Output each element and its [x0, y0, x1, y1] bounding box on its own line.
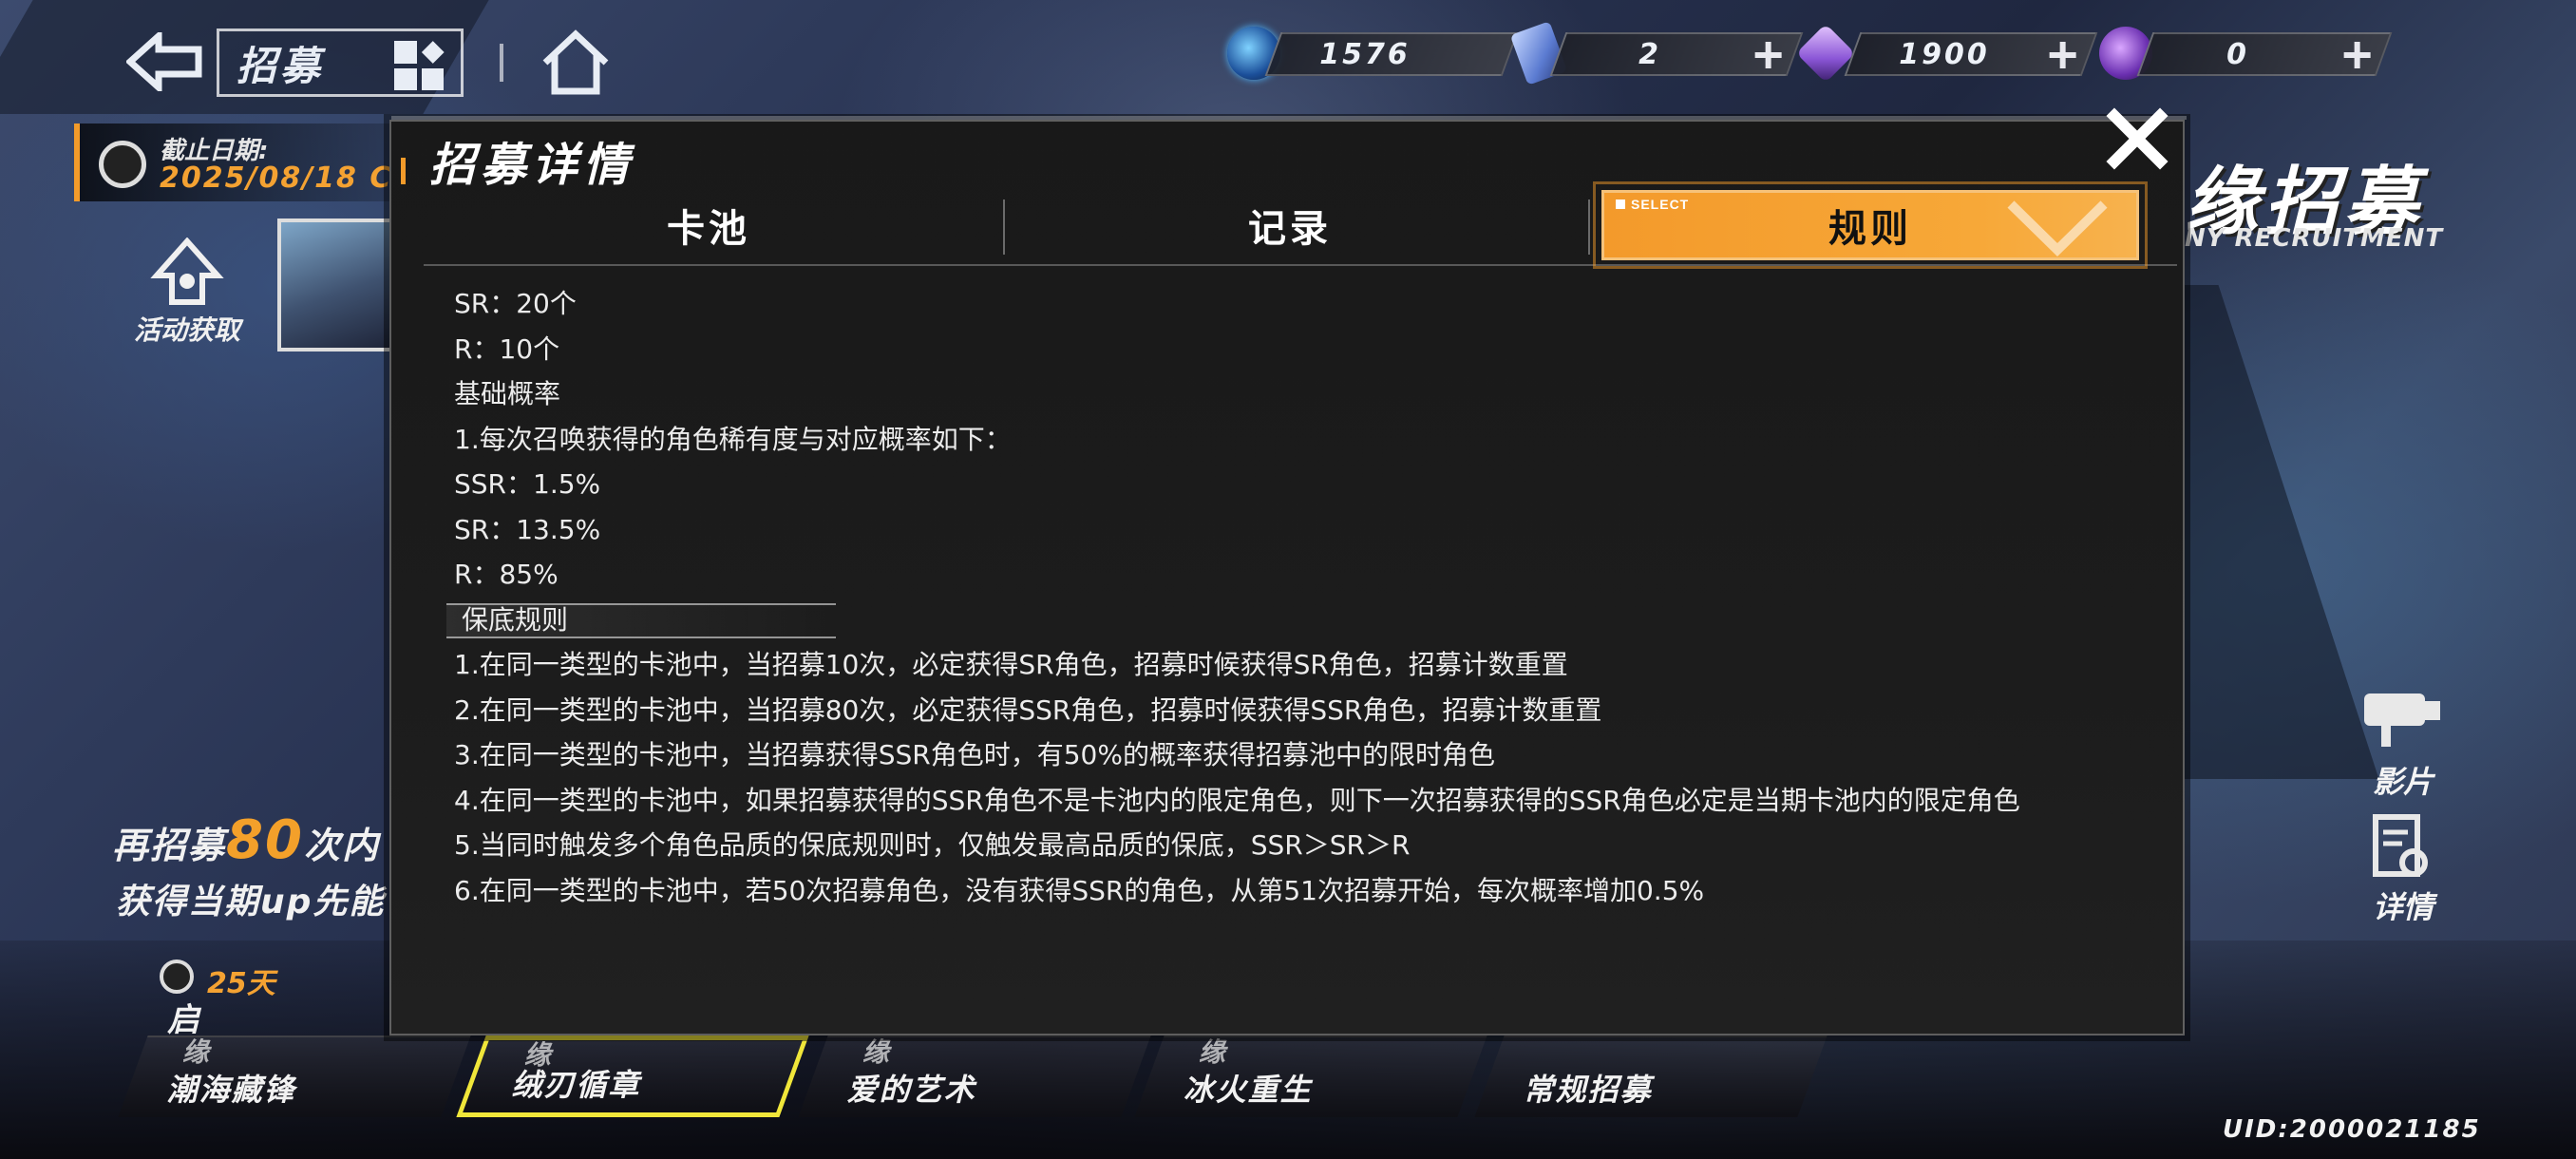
- chevron-down-icon: [2007, 200, 2108, 256]
- pool-tab-4[interactable]: 缘 冰火重生: [1134, 1036, 1487, 1117]
- guarantee-heading: 保底规则: [446, 598, 836, 643]
- currency-ticket: 2: [1549, 32, 1804, 76]
- pool-days-left: 25天: [207, 967, 275, 1000]
- rule-line: SR：13.5%: [454, 513, 601, 545]
- home-button[interactable]: [540, 28, 612, 97]
- rule-line: 1.每次召唤获得的角色稀有度与对应概率如下：: [454, 423, 1012, 455]
- deadline-panel: 截止日期: 2025/08/18 C: [74, 124, 416, 201]
- currency-purple: 0: [2136, 32, 2393, 76]
- modal-tabs: 卡池 记录 SELECT 规则: [424, 181, 2177, 269]
- pool-tag: 缘: [181, 1036, 209, 1068]
- activity-obtain-label: 活动获取: [133, 314, 240, 346]
- currency-purple-value: 0: [2226, 37, 2249, 71]
- modal-title: 招募详情: [429, 139, 635, 192]
- add-gem-plus-icon[interactable]: [2048, 40, 2078, 70]
- tab-pool[interactable]: 卡池: [424, 190, 994, 260]
- pool-name: 绒刃循章: [511, 1067, 641, 1103]
- pool-name: 潮海藏锋: [166, 1072, 296, 1108]
- activity-icon: [150, 238, 224, 305]
- currency-orb-value: 1576: [1319, 37, 1411, 71]
- add-purple-plus-icon[interactable]: [2342, 40, 2373, 70]
- pool-tag: 缘: [862, 1036, 889, 1068]
- page-title: 招募: [237, 42, 325, 89]
- pool-name: 爱的艺术: [846, 1072, 976, 1108]
- add-ticket-plus-icon[interactable]: [1753, 40, 1784, 70]
- rule-line: R：85%: [454, 559, 559, 590]
- tab-divider: [1588, 200, 1590, 255]
- back-button[interactable]: [122, 28, 207, 95]
- guarantee-rule: 6.在同一类型的卡池中，若50次招募角色，没有获得SSR的角色，从第51次招募开…: [454, 874, 1705, 906]
- camera-icon: [2364, 694, 2440, 747]
- pool-tab-5[interactable]: 常规招募: [1474, 1036, 1828, 1117]
- select-tag: SELECT: [1616, 197, 1689, 212]
- deadline-date: 2025/08/18 C: [160, 162, 393, 195]
- modal-top-accent: [391, 116, 2187, 120]
- detail-label: 详情: [2372, 889, 2434, 925]
- guarantee-rule: 1.在同一类型的卡池中，当招募10次，必定获得SR角色，招募时候获得SR角色，招…: [454, 649, 1568, 680]
- document-search-icon: [2373, 814, 2428, 877]
- home-icon: [542, 29, 609, 95]
- pool-tag: 缘: [1198, 1036, 1225, 1068]
- page-title-box: 招募: [217, 28, 464, 97]
- grid-menu-icon[interactable]: [394, 41, 444, 90]
- guarantee-rule: 2.在同一类型的卡池中，当招募80次，必定获得SSR角色，招募时候获得SSR角色…: [454, 694, 1602, 726]
- rule-line: R：10个: [454, 332, 560, 365]
- promo-count: 80: [226, 809, 304, 871]
- rule-line: SR：20个: [454, 288, 577, 319]
- user-id: UID:2000021185: [2223, 1115, 2481, 1144]
- tab-record[interactable]: 记录: [1005, 190, 1575, 260]
- tab-rules[interactable]: SELECT 规则: [1593, 181, 2148, 269]
- recruit-detail-modal: 招募详情 卡池 记录 SELECT 规则 SR：20个 R：10个 基础概率 1…: [389, 116, 2187, 1036]
- video-button[interactable]: 影片: [2346, 688, 2460, 802]
- pool-name: 冰火重生: [1183, 1072, 1313, 1108]
- clock-icon: [160, 960, 194, 994]
- rule-line: 基础概率: [454, 378, 561, 409]
- pool-tab-2[interactable]: 缘 绒刃循章: [456, 1036, 809, 1117]
- promo-text: 再招募80次内: [112, 809, 380, 871]
- promo-text-line2: 获得当期up先能: [116, 883, 386, 922]
- guarantee-rule: 3.在同一类型的卡池中，当招募获得SSR角色时，有50%的概率获得招募池中的限时…: [454, 739, 1495, 770]
- guarantee-rule: 4.在同一类型的卡池中，如果招募获得的SSR角色不是卡池内的限定角色，则下一次招…: [454, 784, 2020, 816]
- guarantee-rule: 5.当同时触发多个角色品质的保底规则时，仅触发最高品质的保底，SSR＞SR＞R: [454, 829, 1411, 861]
- activity-obtain-button[interactable]: 活动获取: [116, 238, 258, 352]
- currency-ticket-value: 2: [1638, 37, 1661, 71]
- modal-title-marker: [401, 158, 406, 184]
- pool-tab-1[interactable]: 缘 潮海藏锋: [118, 1036, 471, 1117]
- currency-gem-value: 1900: [1899, 37, 1990, 71]
- pool-tab-3[interactable]: 缘 爱的艺术: [798, 1036, 1151, 1117]
- rules-content: SR：20个 R：10个 基础概率 1.每次召唤获得的角色稀有度与对应概率如下：…: [446, 281, 2154, 913]
- video-label: 影片: [2372, 764, 2434, 800]
- currency-gem: 1900: [1844, 32, 2098, 76]
- back-arrow-icon: [126, 32, 202, 91]
- close-icon[interactable]: [2099, 101, 2175, 177]
- detail-button[interactable]: 详情: [2346, 813, 2460, 927]
- pool-name: 常规招募: [1523, 1072, 1653, 1108]
- rule-line: SSR：1.5%: [454, 468, 601, 500]
- character-thumbnail[interactable]: [277, 218, 399, 352]
- topbar-divider: [500, 44, 503, 82]
- banner-subtitle: NY RECRUITMENT: [2185, 224, 2444, 253]
- clock-icon: [99, 141, 146, 188]
- currency-orb: 1576: [1264, 32, 1519, 76]
